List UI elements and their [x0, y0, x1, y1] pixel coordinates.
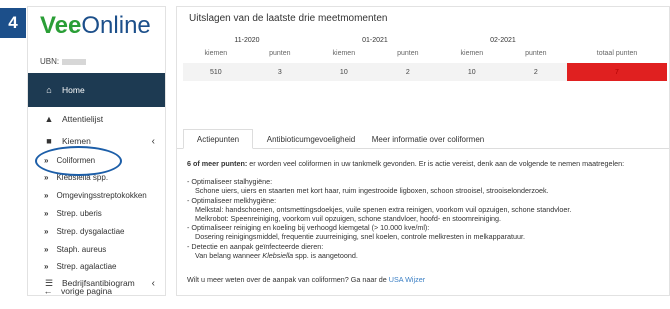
- advice-intro: 6 of meer punten: er worden veel colifor…: [187, 159, 625, 168]
- advice-detail: Melkstal: handschoenen, ontsmettingsdoek…: [195, 204, 572, 214]
- table-cell: 2: [504, 63, 567, 81]
- column-header-total: totaal punten: [596, 50, 638, 57]
- column-header: punten: [525, 50, 547, 57]
- usa-wijzer-link[interactable]: USA Wijzer: [389, 275, 425, 284]
- table-cell: 510: [183, 63, 249, 81]
- briefcase-icon: ■: [46, 136, 52, 146]
- sidebar-item-attentielijst[interactable]: ▲ Attentielijst: [28, 108, 165, 130]
- advice-content: 6 of meer punten: er worden veel colifor…: [187, 159, 665, 260]
- step-number-badge: 4: [0, 8, 26, 38]
- column-header: kiemen: [204, 50, 228, 57]
- table-cell: 10: [438, 63, 505, 81]
- advice-heading: - Optimaliseer reiniging en koeling bij …: [187, 223, 430, 233]
- double-chevron-right-icon: »: [44, 208, 49, 218]
- total-points-cell: 7: [567, 63, 667, 81]
- advice-detail: Van belang wanneer Klebsiella spp. is aa…: [195, 250, 358, 260]
- double-chevron-right-icon: »: [44, 244, 49, 254]
- sidebar-subitem-strep-dysgalactiae[interactable]: » Strep. dysgalactiae: [28, 222, 165, 240]
- table-cell: 2: [376, 63, 439, 81]
- table-cell: 3: [248, 63, 311, 81]
- back-link[interactable]: ← vorige pagina: [27, 283, 166, 299]
- footer-text: Wilt u meer weten over de aanpak van col…: [187, 275, 426, 284]
- advice-heading: - Detectie en aanpak geïnfecteerde diere…: [187, 241, 324, 251]
- column-header: kiemen: [460, 50, 484, 57]
- advice-detail: Dosering reinigingsmiddel, frequentie zu…: [195, 232, 526, 242]
- arrow-left-icon: ←: [43, 286, 53, 296]
- double-chevron-right-icon: »: [44, 226, 49, 236]
- sidebar-item-home[interactable]: ⌂ Home: [28, 73, 165, 107]
- tab-bar: Actiepunten Antibioticumgevoeligheid Mee…: [177, 123, 669, 149]
- column-header: kiemen: [332, 50, 356, 57]
- date-header: 11-2020: [234, 37, 260, 44]
- date-header: 02-2021: [490, 37, 516, 44]
- tab-antibioticumgevoeligheid[interactable]: Antibioticumgevoeligheid: [261, 129, 361, 149]
- results-title: Uitslagen van de laatste drie meetmoment…: [189, 13, 388, 24]
- main-panel: Uitslagen van de laatste drie meetmoment…: [176, 6, 670, 296]
- sidebar-subitem-staph-aureus[interactable]: » Staph. aureus: [28, 240, 165, 258]
- home-icon: ⌂: [46, 85, 52, 95]
- advice-detail: Melkrobot: Speenreiniging, voorkom vuil …: [195, 214, 502, 224]
- double-chevron-right-icon: »: [44, 190, 49, 200]
- sidebar: VeeOnline UBN: ⌂ Home ▲ Attentielijst ■ …: [27, 6, 166, 296]
- ubn-value-redacted: [62, 58, 87, 65]
- column-header: punten: [269, 50, 291, 57]
- column-header: punten: [397, 50, 419, 57]
- warning-icon: ▲: [44, 114, 54, 124]
- advice-heading: - Optimaliseer stalhygiëne:: [187, 177, 273, 187]
- date-header: 01-2021: [362, 37, 388, 44]
- chevron-left-icon: ‹: [151, 135, 155, 147]
- veeonline-logo[interactable]: VeeOnline: [40, 12, 151, 40]
- results-table: 11-2020 01-2021 02-2021 kiemen punten ki…: [183, 34, 667, 81]
- advice-list: - Optimaliseer stalhygiëne: Schone uiers…: [187, 177, 665, 260]
- advice-heading: - Optimaliseer melkhygiëne:: [187, 195, 277, 205]
- sidebar-subitem-omgevingsstreptokokken[interactable]: » Omgevingsstreptokokken: [28, 186, 165, 204]
- ubn-label: UBN:: [40, 57, 87, 66]
- sidebar-subitem-strep-uberis[interactable]: » Strep. uberis: [28, 204, 165, 222]
- tab-meer-informatie[interactable]: Meer informatie over coliformen: [363, 129, 493, 149]
- double-chevron-right-icon: »: [44, 261, 49, 271]
- tab-actiepunten[interactable]: Actiepunten: [183, 129, 253, 149]
- table-cell: 10: [310, 63, 377, 81]
- double-chevron-right-icon: »: [44, 172, 49, 182]
- advice-detail: Schone uiers, uiers en staarten met kort…: [195, 186, 549, 196]
- highlight-circle: [35, 146, 122, 176]
